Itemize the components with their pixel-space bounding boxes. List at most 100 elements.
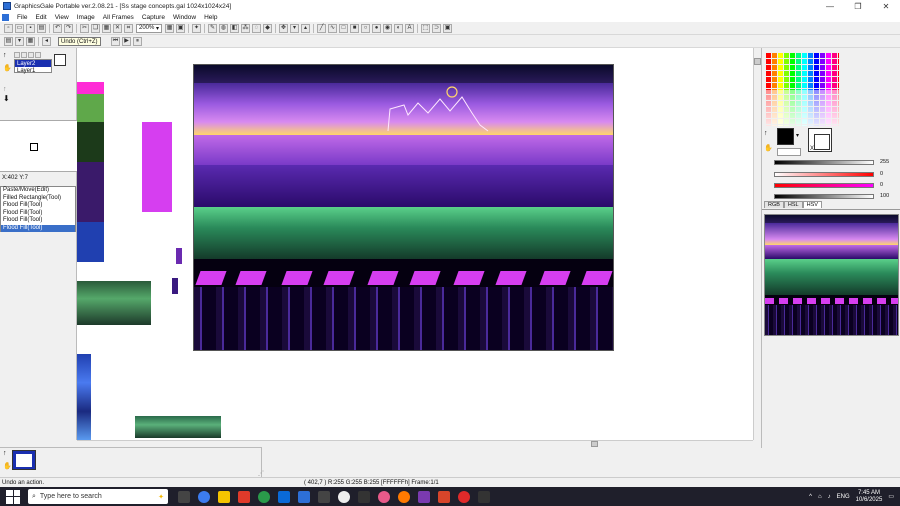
app-icon[interactable] xyxy=(438,490,450,503)
save-icon[interactable]: ▪ xyxy=(26,23,35,33)
horizontal-scrollbar[interactable] xyxy=(77,440,753,447)
steam-icon[interactable] xyxy=(318,490,330,503)
volume-icon[interactable]: ♪ xyxy=(828,494,831,500)
select-icon[interactable]: ⬚ xyxy=(421,23,431,33)
tray-chevron-icon[interactable]: ^ xyxy=(809,494,812,500)
v-scroll-thumb[interactable] xyxy=(754,58,761,65)
brightness-slider[interactable]: 100 xyxy=(762,193,900,199)
menu-capture[interactable]: Capture xyxy=(138,14,169,21)
tab-hsl[interactable]: HSL xyxy=(783,201,803,208)
hue-slider[interactable]: 0 xyxy=(762,171,900,177)
history-item-selected[interactable]: Flood Fill(Tool) xyxy=(1,224,75,232)
task-view-icon[interactable] xyxy=(178,490,190,503)
curve-icon[interactable]: ∿ xyxy=(328,23,338,33)
frame-hand-icon[interactable]: ✋ xyxy=(3,462,12,470)
tab-rgb[interactable]: RGB xyxy=(764,201,784,208)
lasso-icon[interactable]: ⊃ xyxy=(432,23,442,33)
chrome-icon[interactable] xyxy=(258,490,270,503)
layer-mask-icon[interactable] xyxy=(35,52,41,58)
minimize-button[interactable]: — xyxy=(816,0,844,12)
document-icon[interactable] xyxy=(2,13,9,21)
move-icon[interactable]: ✥ xyxy=(279,23,289,33)
record-icon[interactable] xyxy=(458,490,470,503)
value-slider[interactable]: 255 xyxy=(762,159,900,165)
network-icon[interactable]: ⌂ xyxy=(818,494,822,500)
fg-dropdown-icon[interactable]: ▾ xyxy=(796,132,799,139)
cut-icon[interactable]: ✂ xyxy=(80,23,89,33)
mail-icon[interactable] xyxy=(278,490,290,503)
blur-icon[interactable]: ◌ xyxy=(252,23,262,33)
pen-icon[interactable]: ✎ xyxy=(208,23,218,33)
layer-move-down-icon[interactable]: ⬇ xyxy=(3,94,10,103)
notification-icon[interactable]: ▭ xyxy=(888,493,894,500)
secondary-swatch[interactable] xyxy=(814,134,830,150)
app-icon[interactable] xyxy=(478,490,490,503)
eraser-icon[interactable]: ◧ xyxy=(230,23,240,33)
navigator-preview[interactable] xyxy=(764,214,899,336)
history-item[interactable]: Paste/Move(Edit) xyxy=(1,187,75,195)
h-scroll-thumb[interactable] xyxy=(591,441,598,447)
history-list[interactable]: Paste/Move(Edit) Filled Rectangle(Tool) … xyxy=(0,186,76,232)
text-icon[interactable]: A xyxy=(405,23,415,33)
vertical-scrollbar[interactable] xyxy=(753,48,761,440)
picker-hand-icon[interactable]: ✋ xyxy=(764,144,773,152)
hand-icon[interactable]: ✋ xyxy=(3,64,12,72)
delete-icon[interactable]: ✕ xyxy=(113,23,122,33)
prev-frame-icon[interactable]: ◂ xyxy=(42,36,51,46)
print-icon[interactable]: ▤ xyxy=(37,23,46,33)
foreground-color-swatch[interactable] xyxy=(777,128,794,145)
copy-icon[interactable]: ❏ xyxy=(91,23,100,33)
filled-rect-icon[interactable]: ■ xyxy=(350,23,360,33)
pause-icon[interactable]: ⏸ xyxy=(133,36,142,46)
menu-image[interactable]: Image xyxy=(73,14,99,21)
magic-wand-icon[interactable]: ✦ xyxy=(192,23,202,33)
taskbar-search[interactable]: ⌕ Type here to search ✦ xyxy=(28,489,168,504)
layer-row-selected[interactable]: Layer2 xyxy=(15,60,51,67)
grid-icon[interactable]: ▦ xyxy=(165,23,175,33)
stage-canvas[interactable] xyxy=(193,64,614,351)
edge-icon[interactable] xyxy=(198,490,210,503)
frame-options-icon[interactable]: ▾ xyxy=(15,36,24,46)
layer-alpha-icon[interactable] xyxy=(28,52,34,58)
open-file-icon[interactable]: ▭ xyxy=(15,23,24,33)
app-icon[interactable] xyxy=(378,490,390,503)
fill-icon[interactable]: ◉ xyxy=(383,23,393,33)
history-item[interactable]: Filled Rectangle(Tool) xyxy=(1,195,75,203)
swap-up-icon[interactable]: ↑ xyxy=(764,130,768,137)
zoom-select[interactable]: 200% ▾ xyxy=(136,23,163,33)
menu-file[interactable]: File xyxy=(13,14,31,21)
undo-icon[interactable]: ↶ xyxy=(53,23,62,33)
first-frame-icon[interactable]: ⏮ xyxy=(111,36,120,46)
discord-icon[interactable] xyxy=(338,490,350,503)
rectangle-icon[interactable]: □ xyxy=(339,23,349,33)
saturation-slider[interactable]: 0 xyxy=(762,182,900,188)
ellipse-icon[interactable]: ○ xyxy=(361,23,371,33)
file-explorer-icon[interactable] xyxy=(218,490,230,503)
brush-icon[interactable]: ◍ xyxy=(219,23,229,33)
gradient-icon[interactable]: ◐ xyxy=(394,23,404,33)
firefox-icon[interactable] xyxy=(398,490,410,503)
history-item[interactable]: Flood Fill(Tool) xyxy=(1,217,75,225)
color-mode-select[interactable] xyxy=(777,148,801,156)
maximize-button[interactable]: ❐ xyxy=(844,0,872,12)
menu-help[interactable]: Help xyxy=(200,14,221,21)
layer-lock-icon[interactable] xyxy=(21,52,27,58)
layer-visible-icon[interactable] xyxy=(14,52,20,58)
frame-thumbnail-selected[interactable] xyxy=(12,450,36,470)
close-button[interactable]: ✕ xyxy=(872,0,900,12)
filled-ellipse-icon[interactable]: ● xyxy=(372,23,382,33)
layer-icon[interactable]: ▣ xyxy=(443,23,453,33)
graphicsgale-icon[interactable] xyxy=(298,490,310,503)
menu-all-frames[interactable]: All Frames xyxy=(99,14,138,21)
windows-start-icon[interactable] xyxy=(6,489,20,504)
preview-icon[interactable]: ▣ xyxy=(176,23,186,33)
tile-icon[interactable]: ▦ xyxy=(26,36,35,46)
layer-up-icon[interactable]: ↑ xyxy=(3,52,7,59)
photos-icon[interactable] xyxy=(238,490,250,503)
clock[interactable]: 7:45 AM 10/6/2025 xyxy=(856,490,883,504)
layer-row[interactable]: Layer1 xyxy=(15,67,51,74)
line-icon[interactable]: ╱ xyxy=(317,23,327,33)
arrow-down-icon[interactable]: ▾ xyxy=(290,23,300,33)
paste-icon[interactable]: ▦ xyxy=(102,23,111,33)
resize-grip-icon[interactable]: ⋰ xyxy=(258,470,264,477)
